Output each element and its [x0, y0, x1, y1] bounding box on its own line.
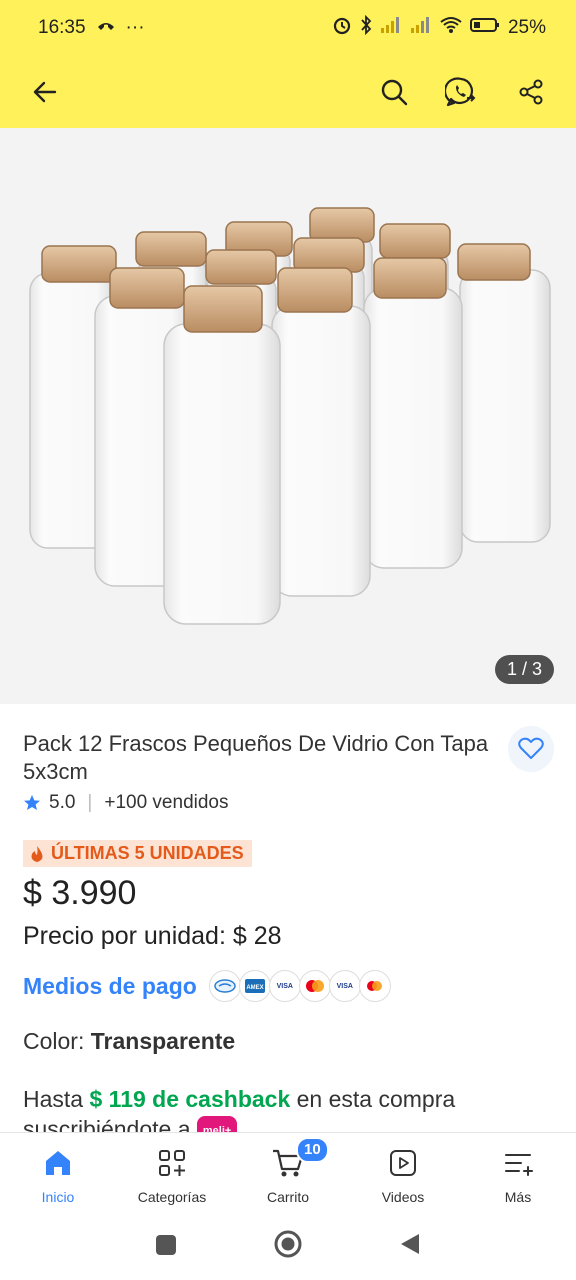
system-navigation-bar: [0, 1214, 576, 1280]
rating-value: 5.0: [49, 792, 76, 813]
nav-label-inicio: Inicio: [41, 1189, 75, 1205]
product-price: $ 3.990: [23, 874, 137, 912]
visa-debit-card-icon: VISA: [328, 970, 361, 1002]
mastercard-icon: [298, 970, 331, 1002]
wifi-icon: [440, 16, 462, 40]
unit-price: Precio por unidad: $ 28: [23, 922, 282, 951]
share-button[interactable]: [513, 74, 549, 110]
image-counter: 1 / 3: [494, 655, 554, 684]
amex-card-icon: AMEX: [238, 970, 271, 1002]
mercadopago-card-icon: [208, 970, 241, 1002]
cashback-amount: $ 119 de cashback: [89, 1086, 291, 1112]
nav-label-videos: Videos: [381, 1189, 425, 1205]
missed-call-icon: [96, 17, 116, 39]
svg-text:AMEX: AMEX: [246, 985, 263, 991]
payment-methods[interactable]: Medios de pago AMEX VISA VISA: [23, 970, 391, 1002]
nav-item-carrito[interactable]: 10 Carrito: [238, 1137, 338, 1205]
product-image-gallery[interactable]: 1 / 3: [0, 128, 576, 704]
mastercard-debit-icon: [358, 970, 391, 1002]
more-notifications: ···: [125, 17, 145, 38]
triangle-back-icon: [401, 1234, 419, 1254]
status-bar: 16:35 ··· 25%: [0, 0, 576, 56]
app-bar: [0, 56, 576, 128]
nav-item-videos[interactable]: Videos: [353, 1145, 453, 1205]
alarm-icon: [332, 15, 352, 41]
battery-icon: [469, 17, 500, 39]
color-label: Color:: [23, 1028, 85, 1054]
share-icon: [519, 79, 543, 105]
payment-methods-link[interactable]: Medios de pago: [23, 973, 197, 1000]
rating-row: 5.0 | +100 vendidos: [23, 792, 229, 814]
back-button[interactable]: [27, 74, 63, 110]
nav-label-mas: Más: [504, 1189, 532, 1205]
cashback-prefix: Hasta: [23, 1086, 84, 1112]
heart-icon: [518, 737, 544, 759]
more-icon: [505, 1154, 533, 1176]
nav-label-categorias: Categorías: [137, 1189, 207, 1205]
visa-card-icon: VISA: [268, 970, 301, 1002]
clock: 16:35: [38, 17, 86, 38]
home-system-button[interactable]: [273, 1229, 303, 1264]
home-icon: [46, 1151, 70, 1175]
nav-label-carrito: Carrito: [266, 1189, 309, 1205]
color-value: Transparente: [90, 1028, 236, 1054]
favorite-button[interactable]: [508, 726, 554, 772]
nav-item-inicio[interactable]: Inicio: [8, 1145, 108, 1205]
nav-item-categorias[interactable]: Categorías: [122, 1145, 222, 1205]
payment-cards: AMEX VISA VISA: [208, 970, 391, 1002]
cashback-info: Hasta $ 119 de cashback en esta compra s…: [23, 1084, 563, 1132]
circle-icon: [274, 1230, 302, 1258]
product-image: [29, 207, 551, 625]
stock-badge-label: ÚLTIMAS 5 UNIDADES: [51, 843, 244, 863]
bluetooth-icon: [360, 14, 372, 41]
battery-level: 25%: [507, 17, 546, 38]
search-icon: [381, 79, 408, 106]
back-arrow-icon: [33, 81, 57, 103]
cart-count-badge: 10: [296, 1137, 329, 1163]
star-icon: [24, 795, 40, 810]
recent-apps-button[interactable]: [155, 1234, 177, 1261]
back-system-button[interactable]: [399, 1232, 421, 1261]
video-icon: [390, 1150, 416, 1176]
unit-price-label: Precio por unidad:: [23, 922, 226, 950]
whatsapp-icon: [445, 77, 476, 107]
fire-icon: [31, 845, 43, 862]
signal-icon: [380, 16, 402, 40]
whatsapp-share-button[interactable]: [443, 74, 479, 110]
color-selector[interactable]: Color: Transparente: [23, 1028, 235, 1055]
rating-divider: |: [87, 792, 93, 813]
bottom-navigation: Inicio Categorías 10 Carrito Videos Más: [0, 1132, 576, 1215]
nav-item-mas[interactable]: Más: [468, 1145, 568, 1205]
stock-badge: ÚLTIMAS 5 UNIDADES: [23, 840, 252, 867]
sold-count: +100 vendidos: [104, 792, 229, 813]
signal-2-icon: [410, 16, 432, 40]
meli-plus-badge: meli+: [196, 1115, 238, 1132]
search-button[interactable]: [376, 74, 412, 110]
square-icon: [156, 1235, 176, 1255]
product-title: Pack 12 Frascos Pequeños De Vidrio Con T…: [23, 731, 489, 784]
categories-icon: [159, 1150, 185, 1176]
unit-price-value: $ 28: [232, 922, 282, 950]
